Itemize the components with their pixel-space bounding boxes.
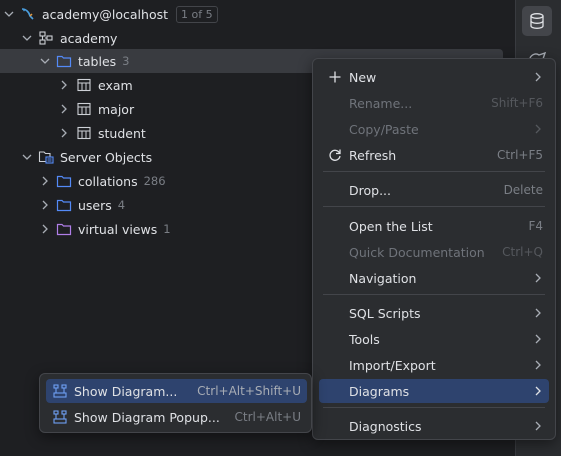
users-count: 4 bbox=[117, 198, 126, 212]
chevron-right-icon bbox=[531, 334, 545, 344]
tree-node-schema[interactable]: academy bbox=[0, 26, 503, 50]
menu-item-diagnostics[interactable]: Diagnostics bbox=[319, 414, 549, 438]
menu-separator bbox=[323, 206, 545, 207]
mysql-dolphin-icon bbox=[20, 6, 36, 22]
menu-item-open-the-list[interactable]: Open the List F4 bbox=[319, 214, 549, 238]
menu-item-diagrams[interactable]: Diagrams bbox=[319, 379, 549, 403]
menu-item-drop[interactable]: Drop... Delete bbox=[319, 178, 549, 202]
menu-separator bbox=[323, 407, 545, 408]
chevron-right-icon[interactable] bbox=[57, 78, 71, 92]
diagram-icon bbox=[52, 410, 68, 424]
chevron-right-icon bbox=[531, 360, 545, 370]
folder-icon bbox=[56, 221, 72, 237]
table-label: exam bbox=[98, 77, 133, 93]
refresh-icon bbox=[327, 148, 343, 162]
menu-item-new[interactable]: New bbox=[319, 65, 549, 89]
chevron-right-icon bbox=[531, 273, 545, 283]
chevron-right-icon bbox=[531, 421, 545, 431]
menu-separator bbox=[323, 294, 545, 295]
virtual-views-count: 1 bbox=[163, 222, 171, 236]
chevron-right-icon bbox=[531, 124, 545, 134]
database-icon bbox=[530, 13, 544, 29]
menu-item-import-export[interactable]: Import/Export bbox=[319, 353, 549, 377]
tables-label: tables bbox=[78, 53, 117, 69]
plus-icon bbox=[327, 71, 343, 83]
users-label: users bbox=[78, 197, 112, 213]
chevron-right-icon[interactable] bbox=[38, 174, 52, 188]
menu-item-tools[interactable]: Tools bbox=[319, 327, 549, 351]
chevron-down-icon[interactable] bbox=[20, 31, 34, 45]
connection-label: academy@localhost bbox=[42, 6, 169, 22]
connection-count-badge: 1 of 5 bbox=[176, 5, 218, 23]
chevron-right-icon[interactable] bbox=[38, 198, 52, 212]
menu-item-rename[interactable]: Rename... Shift+F6 bbox=[319, 91, 549, 115]
chevron-right-icon bbox=[531, 72, 545, 82]
collations-label: collations bbox=[78, 173, 138, 189]
tree-node-connection[interactable]: academy@localhost 1 of 5 bbox=[0, 2, 503, 26]
folder-icon bbox=[56, 197, 72, 213]
server-objects-icon bbox=[38, 149, 54, 165]
chevron-right-icon[interactable] bbox=[38, 222, 52, 236]
menu-separator bbox=[323, 171, 545, 172]
diagram-icon bbox=[52, 384, 68, 398]
server-objects-label: Server Objects bbox=[60, 149, 153, 165]
tables-count: 3 bbox=[122, 54, 130, 68]
virtual-views-label: virtual views bbox=[78, 221, 158, 237]
schema-icon bbox=[38, 30, 54, 46]
menu-item-copy-paste[interactable]: Copy/Paste bbox=[319, 117, 549, 141]
schema-label: academy bbox=[60, 30, 118, 46]
chevron-down-icon[interactable] bbox=[38, 54, 52, 68]
table-icon bbox=[76, 125, 92, 141]
table-label: student bbox=[98, 125, 146, 141]
menu-item-show-diagram[interactable]: Show Diagram... Ctrl+Alt+Shift+U bbox=[46, 379, 307, 403]
chevron-right-icon bbox=[531, 308, 545, 318]
chevron-right-icon bbox=[531, 386, 545, 396]
diagrams-submenu: Show Diagram... Ctrl+Alt+Shift+U Show Di… bbox=[39, 373, 312, 433]
chevron-right-icon[interactable] bbox=[57, 126, 71, 140]
menu-item-show-diagram-popup[interactable]: Show Diagram Popup... Ctrl+Alt+U bbox=[46, 405, 307, 429]
chevron-right-icon[interactable] bbox=[57, 102, 71, 116]
folder-icon bbox=[56, 173, 72, 189]
database-tool-button[interactable] bbox=[522, 6, 552, 36]
chevron-down-icon[interactable] bbox=[2, 7, 16, 21]
menu-item-sql-scripts[interactable]: SQL Scripts bbox=[319, 301, 549, 325]
menu-item-quick-documentation[interactable]: Quick Documentation Ctrl+Q bbox=[319, 240, 549, 264]
menu-item-refresh[interactable]: Refresh Ctrl+F5 bbox=[319, 143, 549, 167]
folder-icon bbox=[56, 53, 72, 69]
table-icon bbox=[76, 77, 92, 93]
table-label: major bbox=[98, 101, 135, 117]
context-menu: New Rename... Shift+F6 Copy/Paste Refres… bbox=[312, 58, 556, 440]
table-icon bbox=[76, 101, 92, 117]
collations-count: 286 bbox=[143, 174, 166, 188]
menu-item-navigation[interactable]: Navigation bbox=[319, 266, 549, 290]
chevron-down-icon[interactable] bbox=[20, 150, 34, 164]
